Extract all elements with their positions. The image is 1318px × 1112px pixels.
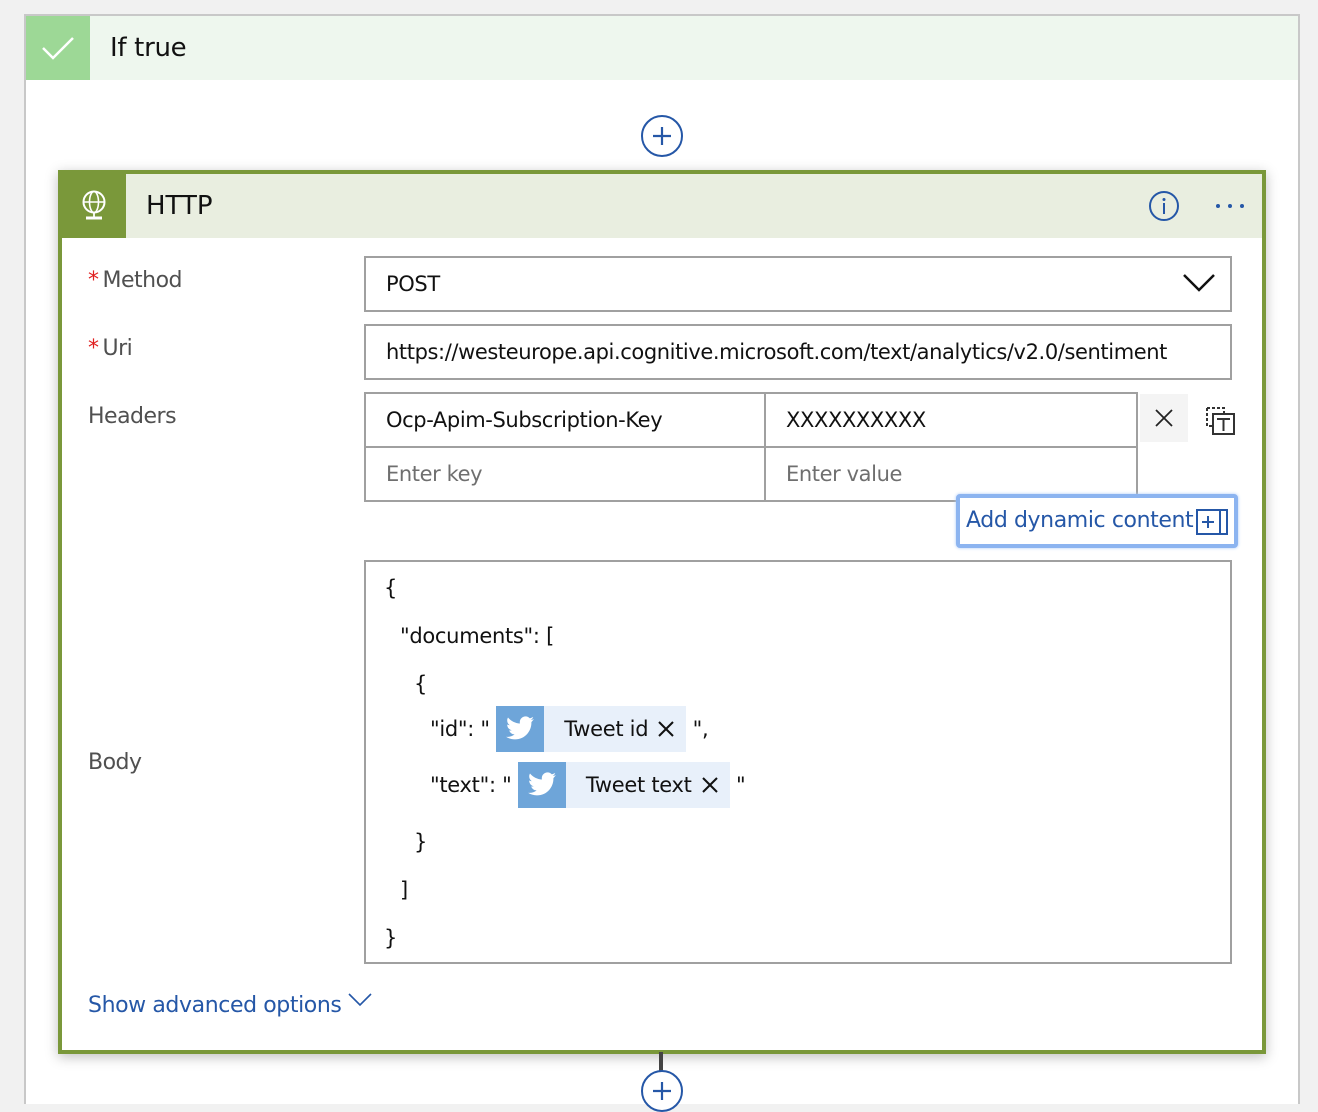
remove-token-icon[interactable] — [701, 777, 730, 793]
add-dynamic-content-button[interactable]: Add dynamic content — [956, 494, 1238, 548]
action-header[interactable]: HTTP — [62, 174, 1262, 238]
action-title: HTTP — [146, 191, 213, 221]
chevron-down-icon — [348, 993, 373, 1007]
code-line: { — [384, 576, 398, 600]
code-line-text: "text": " Tweet text " — [430, 762, 746, 808]
twitter-icon — [517, 762, 566, 808]
required-marker: * — [88, 336, 99, 361]
token-tweet-text[interactable]: Tweet text — [517, 762, 730, 808]
plus-icon — [653, 127, 671, 145]
method-label: * Method — [88, 268, 183, 293]
uri-label: * Uri — [88, 336, 133, 361]
code-line-id: "id": " Tweet id ", — [430, 706, 709, 752]
code-line: { — [414, 672, 428, 696]
globe-icon — [62, 174, 126, 238]
http-action-card: HTTP * Method POST * Uri https://westeurop… — [58, 170, 1266, 1054]
method-select[interactable]: POST — [364, 256, 1232, 312]
token-tweet-id[interactable]: Tweet id — [496, 706, 687, 752]
delete-header-button[interactable] — [1140, 394, 1188, 442]
required-marker: * — [88, 268, 99, 293]
uri-input[interactable]: https://westeurope.api.cognitive.microso… — [364, 324, 1232, 380]
plus-icon — [653, 1082, 671, 1100]
body-editor[interactable]: { "documents": [ { "id": " Tweet id ", "… — [364, 560, 1232, 964]
code-line: } — [384, 926, 398, 950]
new-header-key-input[interactable]: Enter key — [364, 446, 766, 502]
header-value-input[interactable]: XXXXXXXXXX — [764, 392, 1138, 448]
flow-connector — [659, 1052, 663, 1072]
show-advanced-options-link[interactable]: Show advanced options — [88, 992, 373, 1018]
scope-title: If true — [110, 33, 187, 63]
code-line: ] — [400, 878, 408, 902]
checkmark-icon — [26, 16, 90, 80]
add-dynamic-content-icon — [1196, 509, 1228, 535]
switch-to-text-mode-icon[interactable] — [1204, 404, 1238, 438]
headers-label: Headers — [88, 404, 177, 429]
body-label: Body — [88, 750, 142, 775]
chevron-down-icon — [1183, 274, 1215, 292]
method-value: POST — [386, 272, 440, 296]
info-icon[interactable] — [1148, 190, 1180, 222]
scope-header[interactable]: If true — [26, 16, 1298, 80]
code-line: "documents": [ — [400, 624, 554, 648]
close-icon — [1155, 409, 1173, 427]
twitter-icon — [496, 706, 545, 752]
add-step-button-bottom[interactable] — [641, 1070, 683, 1112]
code-line: } — [414, 830, 428, 854]
ellipsis-icon[interactable] — [1210, 192, 1250, 220]
remove-token-icon[interactable] — [658, 721, 686, 737]
add-step-button[interactable] — [641, 115, 683, 157]
header-key-input[interactable]: Ocp-Apim-Subscription-Key — [364, 392, 766, 448]
